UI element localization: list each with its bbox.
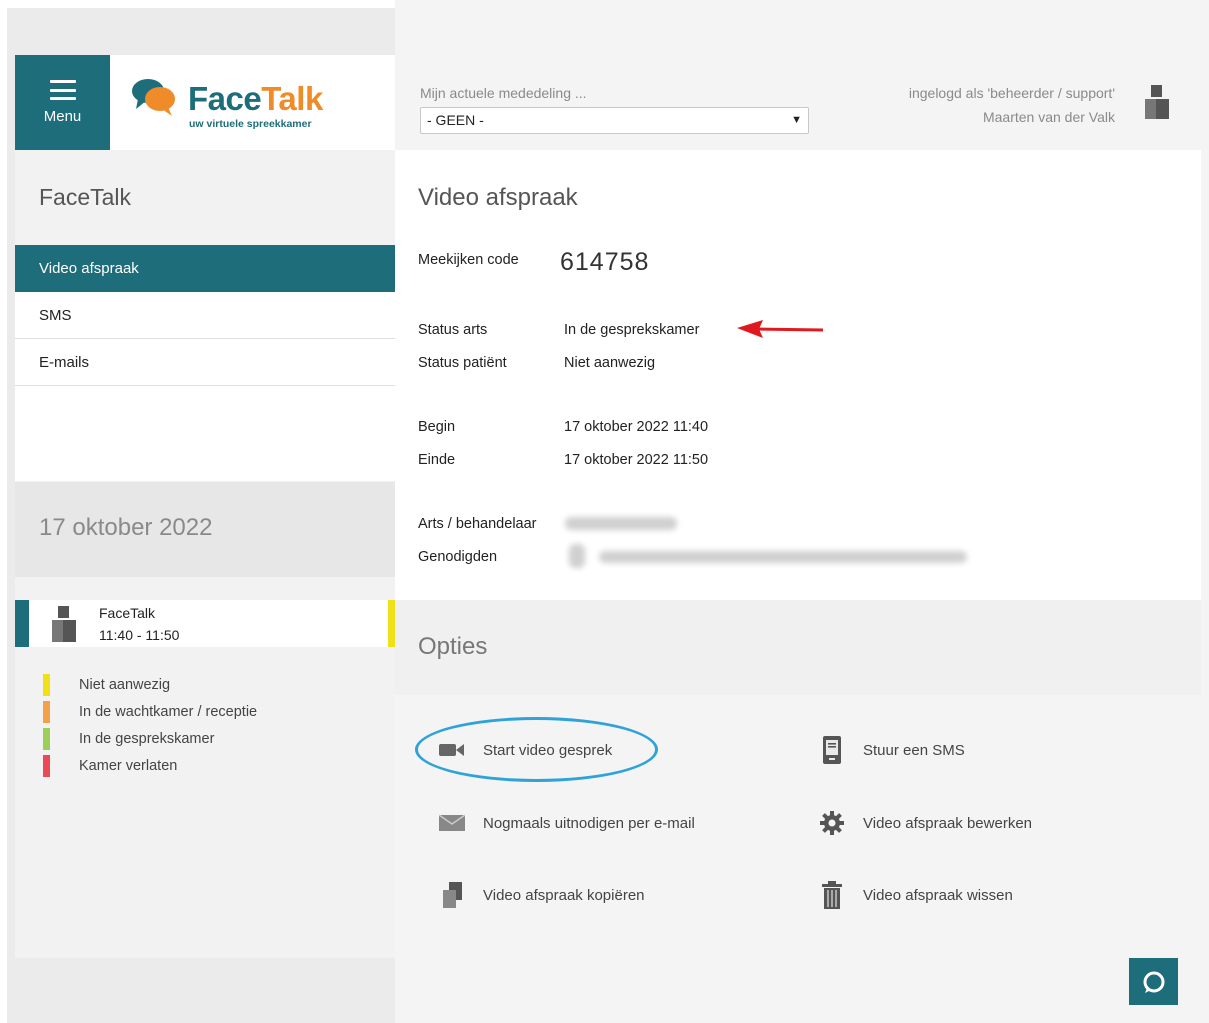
chat-button[interactable] (1129, 958, 1178, 1005)
phone-icon (818, 736, 846, 764)
status-patient-label: Status patiënt (418, 355, 507, 371)
begin-value: 17 oktober 2022 11:40 (564, 419, 709, 435)
appointment-time: 11:40 - 11:50 (99, 627, 180, 643)
reinvite-email-label: Nogmaals uitnodigen per e-mail (483, 814, 695, 832)
envelope-icon (438, 809, 466, 837)
page-title: Video afspraak (418, 184, 578, 211)
options-title: Opties (418, 633, 488, 660)
logo-text: FaceTalk (188, 80, 323, 117)
appointment-card[interactable]: FaceTalk 11:40 - 11:50 (15, 600, 395, 647)
user-avatar-icon[interactable] (1141, 85, 1173, 121)
delete-appointment-button[interactable]: Video afspraak wissen (818, 881, 1013, 909)
date-label: 17 oktober 2022 (39, 514, 213, 541)
logo-tagline: uw virtuele spreekkamer (189, 118, 312, 130)
gear-icon (818, 809, 846, 837)
legend-swatch (43, 674, 50, 696)
status-patient-value: Niet aanwezig (564, 355, 656, 371)
legend-label: Kamer verlaten (79, 758, 178, 774)
person-icon (52, 606, 76, 642)
status-doctor-value: In de gesprekskamer (564, 322, 700, 338)
guest-email-blurred (599, 551, 967, 563)
reinvite-email-button[interactable]: Nogmaals uitnodigen per e-mail (438, 809, 695, 837)
speech-bubbles-icon (132, 79, 175, 116)
header-bar: Mijn actuele mededeling ... - GEEN - ▼ i… (395, 55, 1201, 150)
announcement-label: Mijn actuele mededeling ... (420, 85, 587, 101)
legend-swatch (43, 701, 50, 723)
begin-label: Begin (418, 419, 456, 435)
code-value: 614758 (560, 248, 650, 276)
end-label: Einde (418, 452, 456, 468)
menu-button[interactable]: Menu (15, 55, 110, 150)
edit-appointment-button[interactable]: Video afspraak bewerken (818, 809, 1032, 837)
date-header: 17 oktober 2022 (15, 482, 395, 577)
legend-label: In de gesprekskamer (79, 731, 215, 747)
send-sms-button[interactable]: Stuur een SMS (818, 736, 965, 764)
sidebar-item-video-afspraak[interactable]: Video afspraak (15, 245, 395, 292)
sidebar-item-emails[interactable]: E-mails (15, 339, 395, 386)
trash-icon (818, 881, 846, 909)
code-label: Meekijken code (418, 252, 519, 268)
logo[interactable]: FaceTalk uw virtuele spreekkamer (110, 55, 395, 150)
status-doctor-label: Status arts (418, 322, 488, 338)
chat-bubble-icon (1143, 971, 1164, 993)
sidebar-item-sms[interactable]: SMS (15, 292, 395, 339)
delete-appointment-label: Video afspraak wissen (863, 886, 1013, 904)
copy-appointment-label: Video afspraak kopiëren (483, 886, 645, 904)
legend-swatch (43, 728, 50, 750)
edit-appointment-label: Video afspraak bewerken (863, 814, 1032, 832)
sidebar-title: FaceTalk (39, 184, 132, 210)
legend-label: In de wachtkamer / receptie (79, 704, 258, 720)
red-arrow-annotation (737, 320, 824, 338)
highlight-ellipse-annotation (415, 717, 658, 782)
appointment-title: FaceTalk (99, 605, 156, 621)
end-value: 17 oktober 2022 11:50 (564, 452, 709, 468)
appointment-details: Video afspraak Meekijken code 614758 Sta… (395, 150, 1201, 600)
user-name: Maarten van der Valk (982, 109, 1115, 125)
sidebar-nav: Video afspraak SMS E-mails (15, 245, 395, 481)
legend-swatch (43, 755, 50, 777)
chevron-down-icon: ▼ (791, 114, 802, 126)
copy-icon (438, 881, 466, 909)
send-sms-label: Stuur een SMS (863, 741, 965, 759)
announcement-select[interactable]: - GEEN - ▼ (420, 107, 809, 134)
announcement-value: - GEEN - (427, 112, 484, 128)
legend-label: Niet aanwezig (79, 677, 171, 693)
menu-label: Menu (43, 108, 82, 125)
sidebar-spacer (15, 386, 395, 481)
hamburger-icon (49, 80, 76, 100)
guests-label: Genodigden (418, 549, 498, 565)
doctor-label: Arts / behandelaar (418, 516, 537, 532)
guest-icon-blurred (569, 544, 585, 568)
copy-appointment-button[interactable]: Video afspraak kopiëren (438, 881, 645, 909)
login-role: ingelogd als 'beheerder / support' (908, 85, 1115, 101)
doctor-name-blurred (565, 517, 677, 530)
